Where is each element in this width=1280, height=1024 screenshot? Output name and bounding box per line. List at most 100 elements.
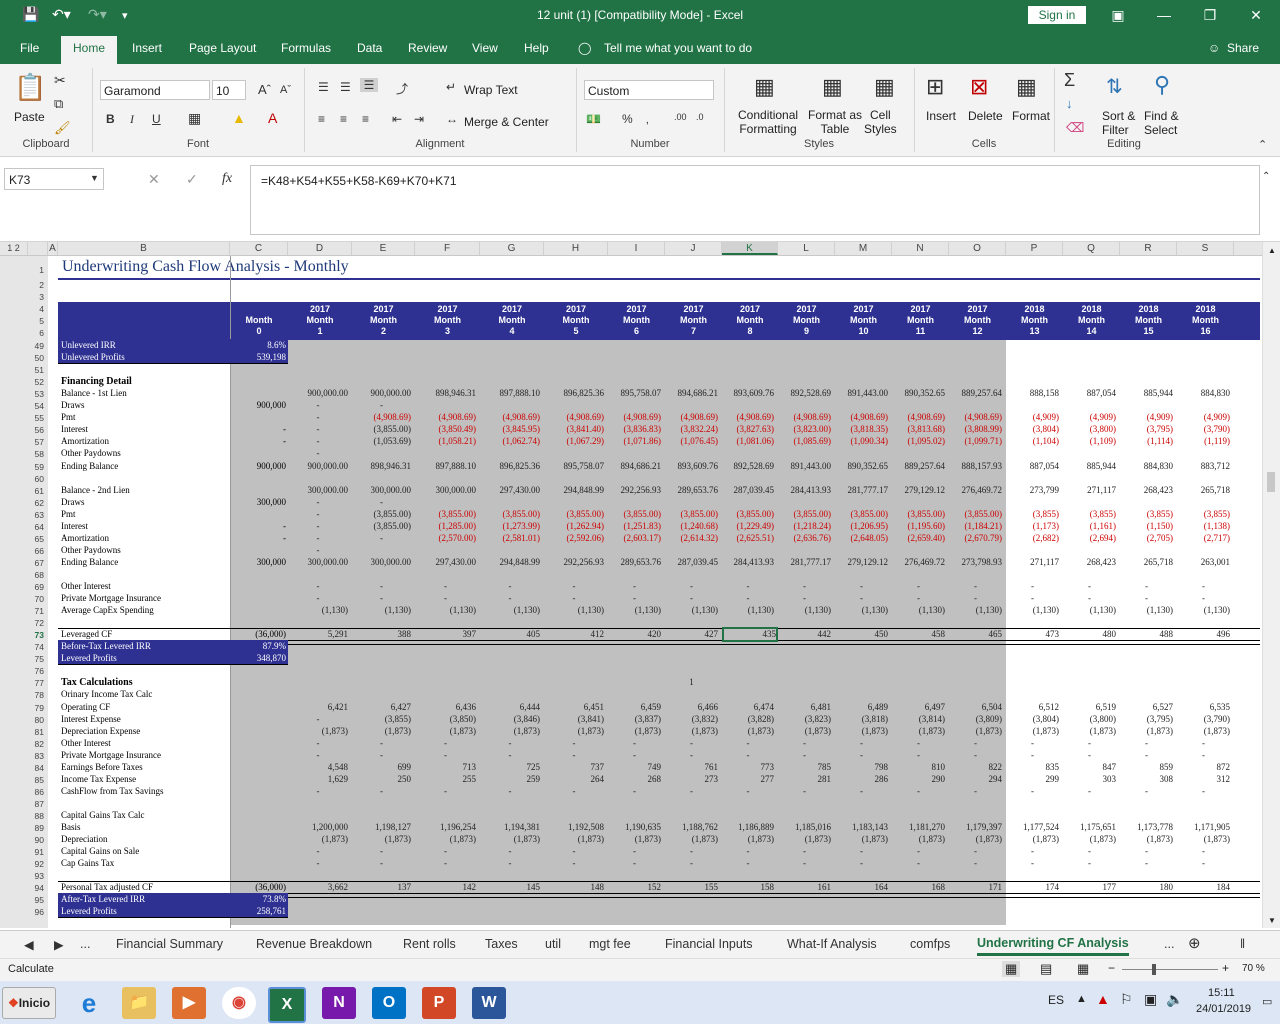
- cell-o-other-interest[interactable]: -: [949, 738, 1002, 748]
- row-header-96[interactable]: 96: [35, 907, 44, 917]
- cell-j-private-mortgage-insurance[interactable]: -: [665, 593, 718, 603]
- cell-h-other-interest[interactable]: -: [544, 738, 604, 748]
- cell-j-personal-tax-adjusted-cf[interactable]: 155: [665, 882, 719, 892]
- cell-e-depreciation-expense[interactable]: (1,873): [352, 726, 411, 736]
- cell-p-ending-balance[interactable]: 271,117: [1006, 557, 1059, 567]
- cell-e-balance-2nd-lien[interactable]: 300,000.00: [352, 485, 412, 495]
- cell-r-other-interest[interactable]: -: [1120, 738, 1173, 748]
- cell-m-interest[interactable]: (3,818.35): [835, 424, 889, 434]
- borders-icon[interactable]: ▦: [188, 110, 201, 127]
- cell-c-draws[interactable]: 900,000: [230, 400, 286, 410]
- cell-e-pmt[interactable]: (3,855.00): [352, 509, 412, 519]
- cell-g-balance-2nd-lien[interactable]: 297,430.00: [480, 485, 541, 495]
- format-as-table-icon[interactable]: ▦: [822, 74, 843, 100]
- cell-l-ending-balance[interactable]: 281,777.17: [778, 557, 832, 567]
- conditional-formatting-icon[interactable]: ▦: [754, 74, 775, 100]
- row-header-72[interactable]: 72: [35, 618, 44, 628]
- cell-f-capital-gains-on-sale[interactable]: -: [415, 846, 476, 856]
- cell-i-cap-gains-tax[interactable]: -: [608, 858, 661, 868]
- cell-g-ending-balance[interactable]: 896,825.36: [480, 461, 541, 471]
- cell-k-other-interest[interactable]: -: [722, 738, 774, 748]
- row-header-70[interactable]: 70: [35, 594, 44, 604]
- cell-d-other-interest[interactable]: -: [288, 738, 348, 748]
- paste-icon[interactable]: 📋: [14, 72, 46, 104]
- cell-j-interest-expense[interactable]: (3,832): [665, 714, 718, 724]
- cell-m-basis[interactable]: 1,183,143: [835, 822, 888, 832]
- decrease-indent-icon[interactable]: ⇤: [392, 112, 402, 126]
- row-header-79[interactable]: 79: [35, 703, 44, 713]
- cell-k-interest[interactable]: (3,827.63): [722, 424, 775, 434]
- cell-n-depreciation-expense[interactable]: (1,873): [892, 726, 945, 736]
- cell-q-ending-balance[interactable]: 885,944: [1063, 461, 1116, 471]
- zoom-level[interactable]: 70 %: [1242, 963, 1265, 974]
- cell-k-ending-balance[interactable]: 284,413.93: [722, 557, 775, 567]
- cell-l-private-mortgage-insurance[interactable]: -: [778, 750, 831, 760]
- row-header-63[interactable]: 63: [35, 510, 44, 520]
- cell-o-earnings-before-taxes[interactable]: 822: [949, 762, 1003, 772]
- cell-d-draws[interactable]: -: [288, 497, 348, 507]
- cell-i-private-mortgage-insurance[interactable]: -: [608, 593, 661, 603]
- row-header-95[interactable]: 95: [35, 895, 44, 905]
- tab-what-if-analysis[interactable]: What-If Analysis: [787, 937, 877, 951]
- cell-l-interest[interactable]: (1,218.24): [778, 521, 832, 531]
- cell-o-cap-gains-tax[interactable]: -: [949, 858, 1002, 868]
- cell-p-other-interest[interactable]: -: [1006, 581, 1059, 591]
- select-all-button[interactable]: [28, 242, 48, 255]
- cell-q-interest[interactable]: (3,800): [1063, 424, 1116, 434]
- cell-j-leveraged-cf[interactable]: 427: [665, 629, 719, 639]
- outline-level-buttons[interactable]: 1 2: [0, 242, 28, 255]
- cell-k-balance-2nd-lien[interactable]: 287,039.45: [722, 485, 775, 495]
- cell-d-interest[interactable]: -: [288, 424, 348, 434]
- file-explorer-icon[interactable]: 📁: [122, 987, 156, 1019]
- collapse-formula-icon[interactable]: ⌃: [1262, 171, 1270, 182]
- show-desktop-icon[interactable]: ▭: [1262, 995, 1272, 1008]
- cell-l-basis[interactable]: 1,185,016: [778, 822, 831, 832]
- tab-underwriting-cf-analysis[interactable]: Underwriting CF Analysis: [977, 936, 1129, 956]
- wrap-text-icon[interactable]: ↵: [446, 80, 456, 94]
- cell-c-interest[interactable]: -: [230, 521, 286, 531]
- cell-g-other-interest[interactable]: -: [480, 581, 540, 591]
- cell-p-interest-expense[interactable]: (3,804): [1006, 714, 1059, 724]
- cell-k-amortization[interactable]: (2,625.51): [722, 533, 775, 543]
- cell-f-leveraged-cf[interactable]: 397: [415, 629, 477, 639]
- cell-e-average-capex-spending[interactable]: (1,130): [352, 605, 411, 615]
- cell-l-private-mortgage-insurance[interactable]: -: [778, 593, 831, 603]
- cell-k-capital-gains-on-sale[interactable]: -: [722, 846, 774, 856]
- chrome-icon[interactable]: ◉: [222, 987, 256, 1019]
- row-header-91[interactable]: 91: [35, 847, 44, 857]
- cell-l-balance-2nd-lien[interactable]: 284,413.93: [778, 485, 832, 495]
- cell-s-leveraged-cf[interactable]: 496: [1177, 629, 1231, 639]
- cell-m-average-capex-spending[interactable]: (1,130): [835, 605, 888, 615]
- cell-f-interest[interactable]: (3,850.49): [415, 424, 477, 434]
- cell-o-pmt[interactable]: (3,855.00): [949, 509, 1003, 519]
- cell-r-balance-2nd-lien[interactable]: 268,423: [1120, 485, 1173, 495]
- cell-e-private-mortgage-insurance[interactable]: -: [352, 750, 411, 760]
- cell-n-cap-gains-tax[interactable]: -: [892, 858, 945, 868]
- cell-q-ending-balance[interactable]: 268,423: [1063, 557, 1116, 567]
- cell-p-leveraged-cf[interactable]: 473: [1006, 629, 1060, 639]
- sort-filter-button[interactable]: Sort & Filter: [1102, 109, 1135, 137]
- cell-i-pmt[interactable]: (3,855.00): [608, 509, 662, 519]
- cell-i-balance-2nd-lien[interactable]: 292,256.93: [608, 485, 662, 495]
- cell-h-balance-1st-lien[interactable]: 896,825.36: [544, 388, 605, 398]
- cell-i-income-tax-expense[interactable]: 268: [608, 774, 662, 784]
- decrease-font-icon[interactable]: Aˇ: [280, 84, 291, 96]
- column-header-j[interactable]: J: [665, 242, 722, 255]
- tab-scroll-left-icon[interactable]: ◀: [24, 937, 34, 952]
- insert-cells-button[interactable]: Insert: [926, 109, 956, 123]
- cell-g-amortization[interactable]: (2,581.01): [480, 533, 541, 543]
- tab-financial-inputs[interactable]: Financial Inputs: [665, 937, 753, 951]
- cell-f-other-interest[interactable]: -: [415, 581, 476, 591]
- cell-g-basis[interactable]: 1,194,381: [480, 822, 540, 832]
- cell-d-pmt[interactable]: -: [288, 509, 348, 519]
- autosum-icon[interactable]: Σ: [1064, 70, 1075, 91]
- font-name-select[interactable]: Garamond: [100, 80, 210, 100]
- cell-e-operating-cf[interactable]: 6,427: [352, 702, 411, 712]
- cell-l-depreciation[interactable]: (1,873): [778, 834, 831, 844]
- row-header-94[interactable]: 94: [35, 883, 44, 893]
- cell-h-operating-cf[interactable]: 6,451: [544, 702, 604, 712]
- cell-j-ending-balance[interactable]: 893,609.76: [665, 461, 719, 471]
- menu-formulas[interactable]: Formulas: [281, 41, 331, 55]
- row-header-69[interactable]: 69: [35, 582, 44, 592]
- tab-comfps[interactable]: comfps: [910, 937, 950, 951]
